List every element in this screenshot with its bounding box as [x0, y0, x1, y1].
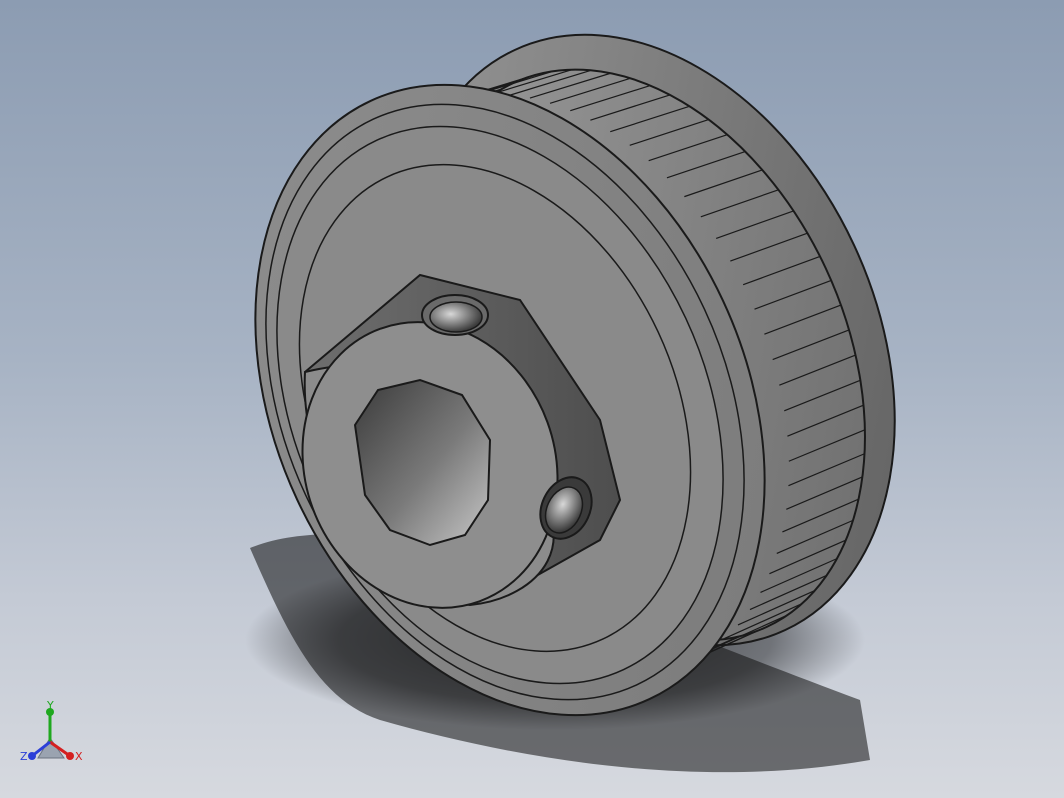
x-axis-label: X [75, 750, 83, 763]
z-axis-tip [28, 752, 36, 760]
set-screw-hole-top[interactable] [421, 294, 489, 336]
z-axis-label: Z [20, 750, 28, 763]
graphics-viewport[interactable]: Y X Z [0, 0, 1064, 798]
y-axis-label: Y [46, 700, 54, 712]
reference-triad[interactable]: Y X Z [18, 700, 88, 770]
x-axis-tip [66, 752, 74, 760]
model-view[interactable] [0, 0, 1064, 798]
